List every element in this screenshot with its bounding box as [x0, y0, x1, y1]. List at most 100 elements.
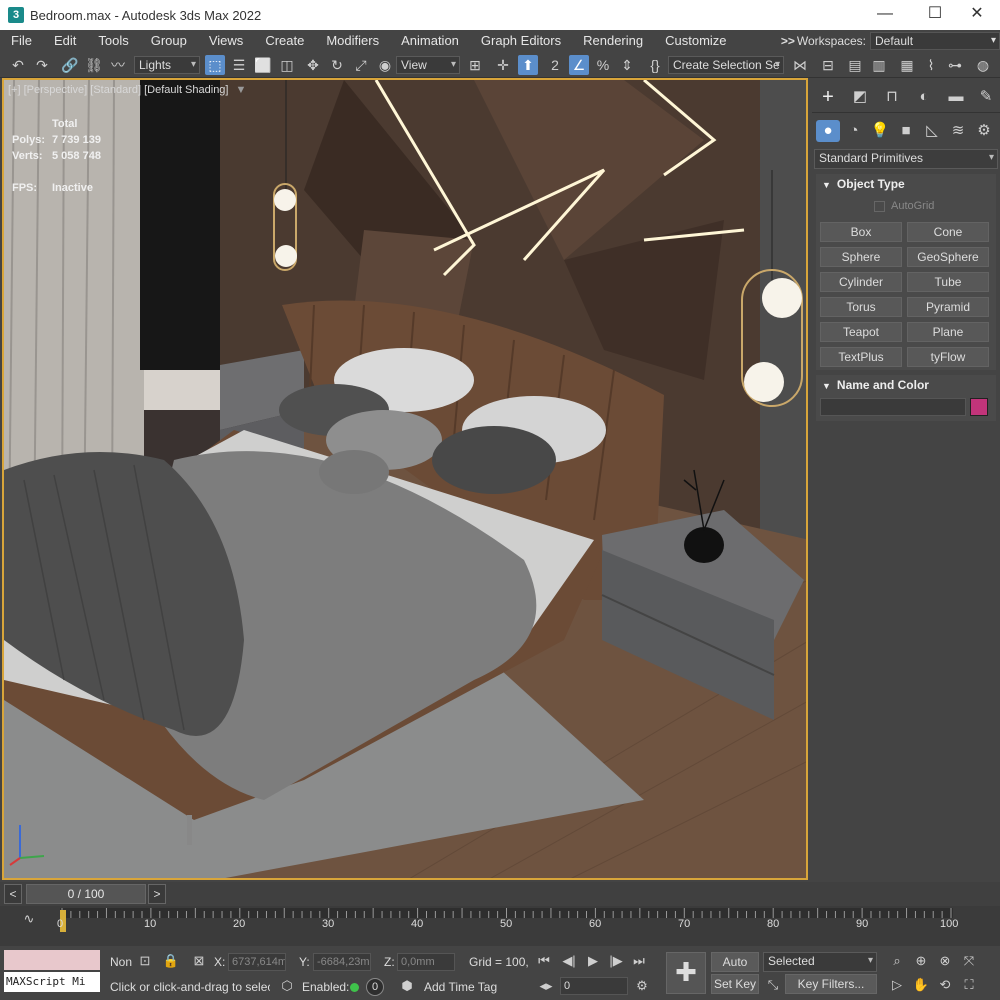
set-key-button[interactable]: Set Key	[711, 974, 759, 994]
y-coordinate-field[interactable]: -6684,23m	[313, 953, 371, 971]
maximize-viewport-icon[interactable]: ⛶	[960, 976, 978, 994]
orbit-icon[interactable]: ⟲	[936, 976, 954, 994]
go-to-end-icon[interactable]: ⏭	[630, 952, 648, 970]
key-mode-dropdown[interactable]: Selected	[763, 952, 877, 972]
spacewarps-category-icon[interactable]: ≋	[946, 120, 970, 142]
menu-modifiers[interactable]: Modifiers	[315, 30, 390, 52]
scale-icon[interactable]: ⤢	[351, 55, 371, 75]
box-button[interactable]: Box	[820, 222, 902, 242]
key-filters-button[interactable]: Key Filters...	[785, 974, 877, 994]
pan-view-icon[interactable]: ✋	[912, 976, 930, 994]
motion-tab-icon[interactable]: ◐	[912, 86, 936, 108]
tyflow-button[interactable]: tyFlow	[907, 347, 989, 367]
shapes-category-icon[interactable]: ◔	[842, 120, 866, 142]
isolate-selection-icon[interactable]: ⊡	[136, 952, 154, 970]
object-color-swatch[interactable]	[970, 398, 988, 416]
utilities-tab-icon[interactable]: ✎	[974, 86, 998, 108]
sphere-button[interactable]: Sphere	[820, 247, 902, 267]
display-tab-icon[interactable]: ▬	[944, 86, 968, 108]
z-coordinate-field[interactable]: 0,0mm	[397, 953, 455, 971]
placement-icon[interactable]: ◉	[375, 55, 395, 75]
adaptive-degradation-icon[interactable]: ⬡	[278, 977, 296, 995]
maximize-button[interactable]: ☐	[912, 0, 958, 30]
move-icon[interactable]: ✥	[303, 55, 323, 75]
time-slider-prev-button[interactable]: <	[4, 884, 22, 904]
cylinder-button[interactable]: Cylinder	[820, 272, 902, 292]
unlink-icon[interactable]: ⛓	[84, 55, 104, 75]
align-icon[interactable]: ⊟	[818, 55, 838, 75]
pivot-center-icon[interactable]: ⊞	[465, 55, 485, 75]
link-icon[interactable]: 🔗	[60, 55, 80, 75]
textplus-button[interactable]: TextPlus	[820, 347, 902, 367]
bind-spacewarp-icon[interactable]: 〰	[108, 55, 128, 75]
cone-button[interactable]: Cone	[907, 222, 989, 242]
keyboard-shortcut-override-icon[interactable]: ⬆	[518, 55, 538, 75]
zoom-all-icon[interactable]: ⊕	[912, 952, 930, 970]
viewport-general-menu[interactable]: [+]	[8, 84, 21, 96]
snaps-toggle-icon[interactable]: 2	[545, 55, 565, 75]
menu-views[interactable]: Views	[198, 30, 254, 52]
redo-icon[interactable]: ↷	[32, 55, 52, 75]
maxscript-mini-listener[interactable]: MAXScript Mi	[4, 972, 100, 992]
percent-snap-icon[interactable]: %	[593, 55, 613, 75]
rotate-icon[interactable]: ↻	[327, 55, 347, 75]
workspace-dropdown[interactable]: Default ▾	[870, 32, 1000, 50]
viewport-filter-icon[interactable]: ▼	[236, 84, 247, 96]
angle-snap-icon[interactable]: ∠	[569, 55, 589, 75]
track-bar[interactable]: ∿ 0 10 20 30 40 50 60 70 80 90 100	[0, 906, 1000, 946]
menu-animation[interactable]: Animation	[390, 30, 470, 52]
curve-editor-icon[interactable]: ⌇	[921, 55, 941, 75]
geometry-category-icon[interactable]: ●	[816, 120, 840, 142]
time-slider-thumb[interactable]: 0 / 100	[26, 884, 146, 904]
select-object-icon[interactable]: ⬚	[205, 55, 225, 75]
autogrid-checkbox[interactable]: AutoGrid	[874, 200, 934, 212]
x-coordinate-field[interactable]: 6737,614m	[228, 953, 286, 971]
name-and-color-header[interactable]: ▼ Name and Color	[816, 375, 996, 395]
add-time-tag-button[interactable]: Add Time Tag	[424, 980, 497, 994]
play-icon[interactable]: ▶	[584, 952, 602, 970]
menu-edit[interactable]: Edit	[43, 30, 87, 52]
zoom-icon[interactable]: ⌕	[888, 952, 906, 970]
layer-explorer-icon[interactable]: ▥	[869, 55, 889, 75]
pyramid-button[interactable]: Pyramid	[907, 297, 989, 317]
menu-graph-editors[interactable]: Graph Editors	[470, 30, 572, 52]
workspace-expand[interactable]: >>	[781, 34, 795, 48]
hierarchy-tab-icon[interactable]: ⊓	[880, 86, 904, 108]
schematic-view-icon[interactable]: ⊶	[945, 55, 965, 75]
maxscript-listener-output[interactable]	[4, 950, 100, 970]
window-crossing-icon[interactable]: ◫	[277, 55, 297, 75]
menu-create[interactable]: Create	[254, 30, 315, 52]
menu-file[interactable]: File	[0, 30, 43, 52]
set-keys-icon[interactable]: ✚	[666, 952, 706, 994]
undo-icon[interactable]: ↶	[8, 55, 28, 75]
enabled-count[interactable]: 0	[366, 978, 384, 996]
viewport-standard-menu[interactable]: [Standard]	[90, 84, 141, 96]
named-selection-dropdown[interactable]: Create Selection Se	[668, 56, 784, 74]
key-mode-toggle-icon[interactable]: ◂▸	[537, 977, 555, 995]
geosphere-button[interactable]: GeoSphere	[907, 247, 989, 267]
object-type-header[interactable]: ▼ Object Type	[816, 174, 996, 194]
auto-key-button[interactable]: Auto Key	[711, 952, 759, 987]
helpers-category-icon[interactable]: ◺	[920, 120, 944, 142]
menu-group[interactable]: Group	[140, 30, 198, 52]
material-editor-icon[interactable]: ◍	[973, 55, 993, 75]
object-name-input[interactable]	[820, 398, 966, 416]
next-frame-icon[interactable]: |▶	[607, 952, 625, 970]
time-slider-next-button[interactable]: >	[148, 884, 166, 904]
mirror-icon[interactable]: ⋈	[790, 55, 810, 75]
region-select-icon[interactable]: ⬜	[253, 55, 273, 75]
spinner-snap-icon[interactable]: ⇕	[617, 55, 637, 75]
time-configuration-icon[interactable]: ⚙	[633, 977, 651, 995]
cameras-category-icon[interactable]: ■	[894, 120, 918, 142]
select-manipulate-icon[interactable]: ✛	[493, 55, 513, 75]
perspective-viewport[interactable]: [+] [Perspective] [Standard] [Default Sh…	[2, 78, 808, 880]
reference-coord-dropdown[interactable]: View	[396, 56, 460, 74]
scene-explorer-icon[interactable]: ▤	[845, 55, 865, 75]
viewport-label-menu[interactable]: [+] [Perspective] [Standard] [Default Sh…	[8, 84, 246, 96]
viewport-shading-menu[interactable]: [Default Shading]	[144, 84, 228, 96]
select-by-name-icon[interactable]: ☰	[229, 55, 249, 75]
edit-named-selection-icon[interactable]: {}	[645, 55, 665, 75]
primitive-category-dropdown[interactable]: Standard Primitives	[814, 149, 998, 169]
absolute-mode-icon[interactable]: ⊠	[190, 952, 208, 970]
tube-button[interactable]: Tube	[907, 272, 989, 292]
